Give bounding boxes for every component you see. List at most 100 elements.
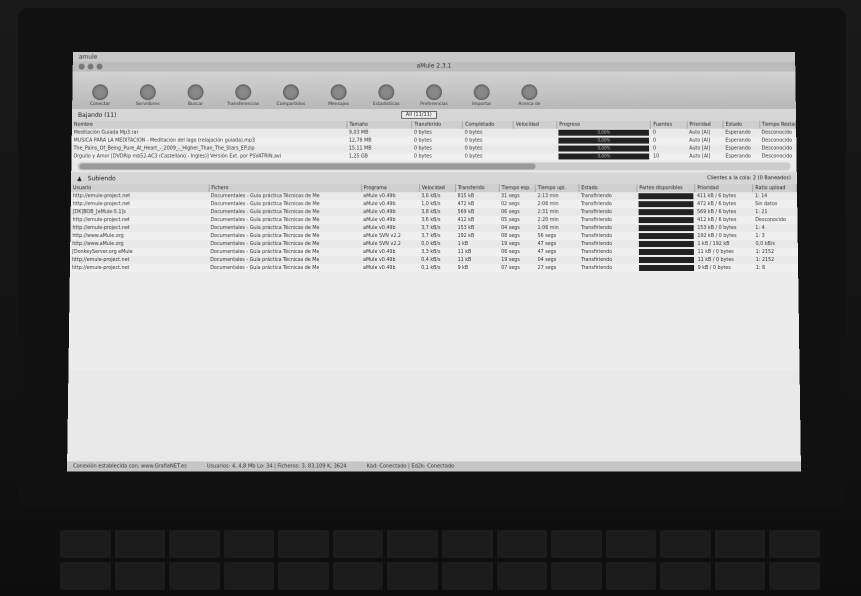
cell-client: aMule SVN v2.2 [361, 232, 420, 241]
toolbar-button-3[interactable]: Transferencias [223, 84, 263, 107]
key [114, 530, 166, 558]
key [714, 562, 766, 590]
column-header[interactable]: Ratio upload [752, 184, 797, 193]
toolbar-button-5[interactable]: Mensajes [319, 84, 359, 107]
column-header[interactable]: Prioridad [694, 184, 753, 193]
cell-status: Transfiriendo [579, 232, 638, 241]
scroll-thumb[interactable] [79, 163, 536, 170]
cell-sources: 0 [652, 130, 656, 136]
screen: amule aMule 2.3.1 Conectar Servidores Busc… [67, 51, 801, 472]
table-row[interactable]: http://emule-project.net Documentales - G… [70, 224, 797, 232]
zoom-icon[interactable] [96, 63, 103, 70]
table-row[interactable]: [DonkeyServer.org eMule Documentales - Gu… [70, 248, 798, 257]
stats-icon [378, 84, 395, 101]
key [551, 530, 602, 558]
table-row[interactable]: http://www.aMule.org Documentales - Guía … [70, 232, 798, 241]
column-header[interactable]: Tiempo upl. [535, 184, 579, 193]
column-header[interactable]: Prioridad [686, 120, 724, 129]
toolbar-button-0[interactable]: Conectar [80, 84, 120, 107]
table-row[interactable]: http://emule-project.net Documentales - G… [69, 263, 798, 272]
column-header[interactable]: Estado [578, 184, 637, 193]
column-header[interactable]: Tiempo Restante [759, 120, 796, 129]
table-row[interactable]: http://emule-project.net Documentales - G… [70, 256, 798, 264]
cell-speed: 3,8 kB/s [421, 209, 441, 215]
column-header[interactable]: Nombre [71, 120, 347, 129]
parts-bar [639, 209, 694, 216]
cell-file: Documentales - Guía práctica Técnicas de… [210, 209, 320, 215]
toolbar-button-1[interactable]: Servidores [128, 84, 168, 107]
toolbar-button-9[interactable]: Acerca de [509, 84, 549, 107]
cell-name: Meditación Guiada Mp3.rar [73, 130, 139, 136]
toolbar-button-6[interactable]: Estadísticas [366, 84, 406, 107]
cell-upload: 27 segs [535, 263, 580, 272]
column-header[interactable]: Completado [462, 120, 514, 129]
downloads-scrollbar[interactable] [77, 162, 791, 171]
key [223, 562, 275, 590]
table-row[interactable]: http://emule-project.net Documentales - G… [70, 200, 797, 209]
parts-cell [636, 200, 696, 209]
cell-sources: 0 [650, 136, 688, 145]
table-row[interactable]: http://emule-project.net Documentales - G… [70, 216, 797, 225]
minimize-icon[interactable] [87, 63, 94, 70]
column-header[interactable]: Transferido [412, 120, 463, 129]
table-row[interactable]: [DK]BOB_[eMule-5.1]s Documentales - Guía … [71, 208, 797, 216]
cell-speed: 3,7 kB/s [421, 225, 441, 231]
cell-prio: 1 kB / 192 kB [697, 241, 730, 247]
key [278, 562, 329, 590]
cell-status: Esperando [723, 136, 760, 145]
table-row[interactable]: http://emule-project.net Documentales - G… [71, 192, 797, 200]
cell-transferred: 0 bytes [412, 136, 463, 145]
table-row[interactable]: Meditación Guiada Mp3.rar 9,03 MB 0 bytes 0… [72, 129, 796, 137]
cell-transferred: 11 kB [457, 257, 472, 263]
cell-prio: 11 kB / 0 bytes [697, 257, 734, 263]
column-header[interactable]: Tamaño [346, 120, 413, 129]
key [387, 530, 438, 558]
window-titlebar: aMule 2.3.1 [72, 61, 796, 72]
toolbar-button-4[interactable]: Compartidos [271, 84, 311, 107]
toolbar-button-7[interactable]: Preferencias [414, 84, 454, 107]
column-header[interactable]: Usuario [70, 184, 209, 193]
cell-ratio: 1: 2152 [755, 257, 775, 263]
parts-bar [638, 201, 694, 208]
cell-upload: 2:31 min [537, 209, 559, 215]
toolbar-button-2[interactable]: Buscar [176, 84, 216, 107]
key [387, 562, 438, 590]
close-icon[interactable] [78, 63, 85, 70]
cell-upload: 47 segs [537, 241, 557, 247]
column-header[interactable]: Progreso [556, 120, 651, 129]
column-header[interactable]: Fuentes [650, 120, 688, 129]
column-header[interactable]: Partes disponibles [636, 184, 695, 193]
key [769, 562, 820, 590]
table-row[interactable]: MUSICA PARA LA MEDITACION - Meditación d… [71, 136, 796, 145]
column-header[interactable]: Estado [723, 120, 760, 129]
column-header[interactable]: Velocidad [419, 184, 456, 193]
table-row[interactable]: Orgullo y Amor [DVDRip mb52-AC3 (Castell… [71, 152, 797, 161]
app-menu[interactable]: amule [79, 53, 98, 60]
cell-transferred: 11 kB [455, 248, 500, 257]
table-row[interactable]: The_Pains_Of_Being_Pure_At_Heart_-_2009_… [72, 145, 796, 153]
cell-file: Documentales - Guía práctica Técnicas de… [208, 248, 362, 257]
column-header[interactable]: Transferido [455, 184, 500, 193]
key [60, 530, 111, 558]
cell-status: Transfiriendo [580, 193, 612, 199]
cell-remaining: Desconocido [761, 146, 793, 152]
toolbar-button-8[interactable]: Importar [462, 84, 502, 107]
cell-user: http://emule-project.net [72, 225, 130, 231]
downloads-filter-button[interactable]: All (11/11) [400, 110, 437, 119]
cell-transferred: 0 bytes [414, 130, 432, 136]
cell-speed: 1,0 kB/s [419, 200, 456, 209]
cell-ratio: 1: 14 [754, 193, 768, 199]
progress-cell: 0,00% [556, 136, 651, 145]
cell-prio: 472 kB / 6 bytes [695, 200, 754, 209]
column-header[interactable]: Velocidad [513, 120, 557, 129]
cell-transferred: 412 kB [455, 216, 500, 225]
toolbar-label: Conectar [89, 102, 111, 108]
parts-bar [639, 264, 694, 271]
table-row[interactable]: http://www.aMule.org Documentales - Guía … [70, 240, 797, 248]
progress-cell: 0,00% [557, 145, 651, 153]
cell-transferred: 569 kB [457, 209, 475, 215]
column-header[interactable]: Programa [361, 184, 420, 193]
column-header[interactable]: Fichero [208, 184, 362, 193]
column-header[interactable]: Tiempo esp. [499, 184, 536, 193]
cell-prio: 9 kB / 0 bytes [695, 263, 754, 272]
